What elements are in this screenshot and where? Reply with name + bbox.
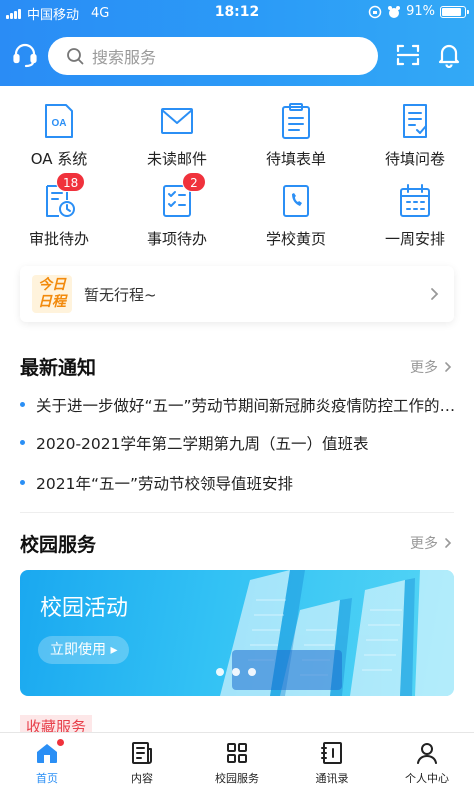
grid-item-label: 未读邮件: [146, 150, 207, 168]
notices-title: 最新通知: [20, 357, 97, 379]
section-divider: [20, 512, 454, 513]
bell-icon: [438, 44, 460, 68]
contacts-book-icon: [321, 742, 342, 764]
banner-title: 校园活动: [40, 596, 129, 621]
battery-icon: [440, 5, 469, 18]
phone-book-icon: [283, 185, 309, 217]
tab-label: 个人中心: [405, 772, 449, 785]
tag-line-2: 日程: [38, 294, 66, 310]
campus-activity-banner[interactable]: 校园活动 立即使用 ▸: [20, 570, 454, 696]
mail-icon: [161, 108, 193, 134]
headset-icon: [13, 43, 37, 68]
battery-percent: 91%: [406, 4, 435, 19]
notice-item[interactable]: 2021年“五一”劳动节校领导值班安排: [20, 472, 460, 494]
grid-item-form[interactable]: 待填表单: [237, 96, 355, 176]
rotation-lock-icon: [368, 5, 382, 18]
chevron-right-icon: [431, 288, 439, 300]
home-icon: [37, 744, 57, 763]
tab-label: 校园服务: [215, 772, 259, 785]
bottom-tab-bar: 首页 内容 校园服务 通讯录 个人中心: [0, 732, 474, 790]
grid-item-label: 事项待办: [146, 230, 207, 248]
status-bar: 中国移动 4G 18:12 91%: [0, 0, 474, 24]
grid-item-label: OA 系统: [30, 150, 88, 168]
grid-item-mail[interactable]: 未读邮件: [118, 96, 236, 176]
home-notification-dot: [57, 739, 64, 746]
schedule-text: 暂无行程~: [84, 286, 157, 304]
scan-button[interactable]: [391, 38, 425, 72]
search-bar[interactable]: 搜索服务: [48, 37, 378, 75]
scan-icon: [396, 44, 420, 66]
search-placeholder: 搜索服务: [92, 48, 157, 67]
svg-text:OA: OA: [52, 118, 67, 129]
calendar-icon: [400, 184, 430, 217]
survey-icon: [403, 104, 427, 138]
content-icon: [132, 742, 152, 764]
chevron-right-icon: [445, 362, 452, 372]
tab-home[interactable]: 首页: [0, 733, 94, 790]
notification-button[interactable]: [432, 38, 466, 72]
more-label: 更多: [410, 360, 438, 376]
grid-item-tasks[interactable]: 2 事项待办: [118, 172, 236, 256]
today-schedule-card[interactable]: 今日 日程 暂无行程~: [20, 266, 454, 322]
apps-grid-icon: [227, 743, 247, 763]
grid-item-weekly[interactable]: 一周安排: [356, 176, 474, 256]
carousel-dots: [216, 668, 256, 676]
today-schedule-tag: 今日 日程: [32, 275, 72, 313]
tab-content[interactable]: 内容: [95, 733, 189, 790]
search-icon: [67, 48, 84, 65]
tab-campus-services[interactable]: 校园服务: [190, 733, 284, 790]
tab-label: 通讯录: [315, 772, 349, 785]
tab-contacts[interactable]: 通讯录: [285, 733, 379, 790]
form-clipboard-icon: [282, 103, 310, 139]
tab-label: 首页: [36, 772, 58, 785]
user-icon: [417, 743, 437, 764]
use-now-button[interactable]: 立即使用 ▸: [38, 636, 130, 664]
notice-item[interactable]: 关于进一步做好“五一”劳动节期间新冠肺炎疫情防控工作的通知: [20, 394, 460, 416]
server-illustration: [220, 570, 454, 696]
grid-item-label: 学校黄页: [265, 230, 326, 248]
tab-label: 内容: [131, 772, 153, 785]
app-header: 中国移动 4G 18:12 91% 搜索服务: [0, 0, 474, 86]
notice-item[interactable]: 2020-2021学年第二学期第九周（五一）值班表: [20, 432, 460, 454]
grid-item-approval[interactable]: 18 审批待办: [0, 172, 118, 256]
alarm-icon: [388, 5, 401, 18]
grid-item-label: 待填表单: [265, 150, 326, 168]
grid-item-survey[interactable]: 待填问卷: [356, 96, 474, 176]
grid-item-label: 一周安排: [384, 230, 445, 248]
grid-item-label: 审批待办: [28, 230, 89, 248]
campus-more-link[interactable]: 更多: [410, 533, 452, 553]
grid-item-oa[interactable]: OA OA 系统: [0, 96, 118, 176]
campus-services-title: 校园服务: [20, 534, 97, 556]
customer-service-button[interactable]: [8, 38, 42, 72]
grid-item-yellow-pages[interactable]: 学校黄页: [237, 176, 355, 256]
tag-line-1: 今日: [38, 277, 66, 293]
notices-more-link[interactable]: 更多: [410, 357, 452, 377]
tasks-badge: 2: [182, 172, 206, 192]
grid-item-label: 待填问卷: [384, 150, 445, 168]
oa-icon: OA: [45, 104, 73, 138]
approval-badge: 18: [56, 172, 86, 192]
chevron-right-icon: [445, 538, 452, 548]
more-label: 更多: [410, 536, 438, 552]
tab-profile[interactable]: 个人中心: [380, 733, 474, 790]
